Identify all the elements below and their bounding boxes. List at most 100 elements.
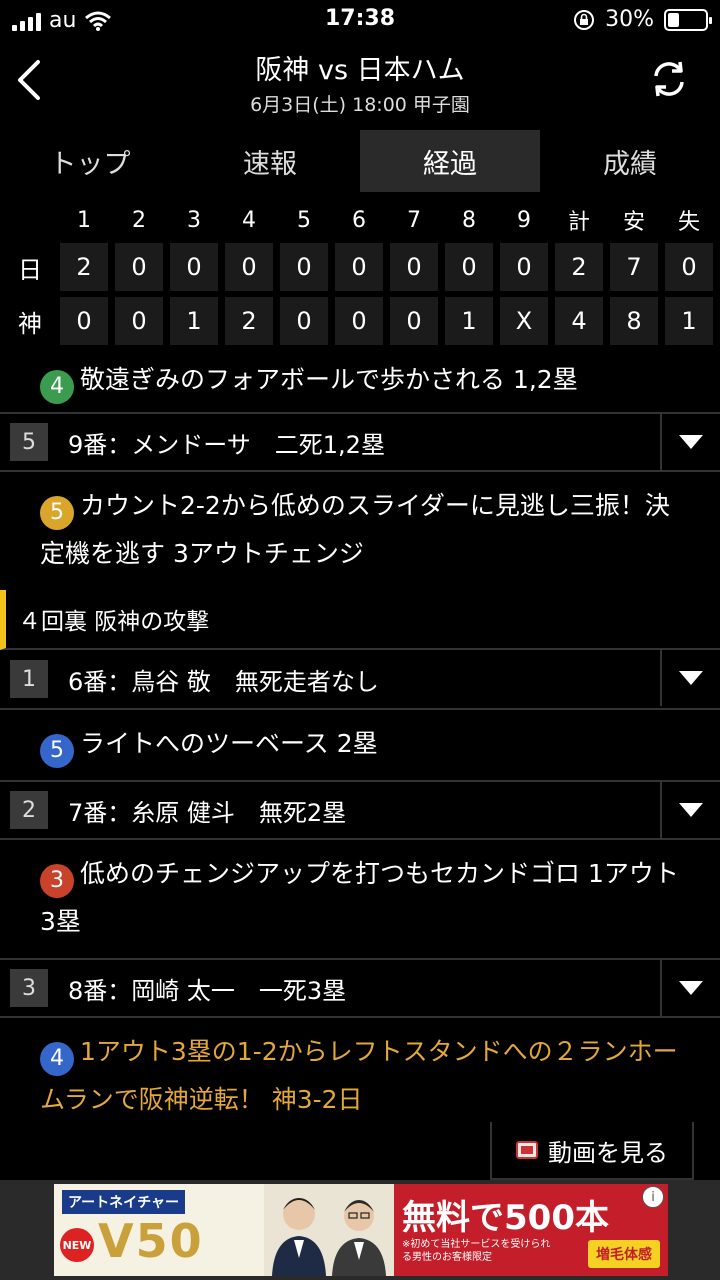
team-label: 日 xyxy=(18,255,42,284)
errors-cell: 1 xyxy=(665,297,713,345)
tab-progress[interactable]: 経過 xyxy=(360,130,540,192)
scoreboard-row-away: 日 2 0 0 0 0 0 0 0 0 2 7 0 xyxy=(0,240,720,294)
score-cell: 0 xyxy=(335,243,383,291)
play-item: 5 カウント2-2から低めのスライダーに見逃し三振！決定機を逃す 3アウトチェンジ xyxy=(0,472,720,590)
pitch-count-badge: 5 xyxy=(40,496,74,530)
inning-header: 9 xyxy=(517,207,531,233)
pitch-count-badge: 4 xyxy=(40,370,74,404)
play-description: 敬遠ぎみのフォアボールで歩かされる 1,2塁 xyxy=(80,365,578,394)
score-cell: 0 xyxy=(500,243,548,291)
refresh-icon xyxy=(654,61,684,97)
inning-title: ４回裏 阪神の攻撃 xyxy=(18,609,210,635)
game-info: 6月3日(土) 18:00 甲子園 xyxy=(250,94,470,116)
inning-header: 4 xyxy=(242,207,256,233)
scoreboard-row-home: 神 0 0 1 2 0 0 0 1 X 4 8 1 xyxy=(0,294,720,348)
inning-header: 3 xyxy=(187,207,201,233)
at-bat-number: 1 xyxy=(10,660,48,698)
score-cell: 0 xyxy=(280,297,328,345)
hits-cell: 8 xyxy=(610,297,658,345)
inning-header: 2 xyxy=(132,207,146,233)
ad-info-icon[interactable]: i xyxy=(642,1186,664,1208)
total-runs-cell: 4 xyxy=(555,297,603,345)
scoreboard: 1 2 3 4 5 6 7 8 9 計 安 失 日 2 0 0 0 0 0 0 … xyxy=(0,200,720,348)
status-bar: au 17:38 30% xyxy=(0,0,720,40)
score-cell: 0 xyxy=(280,243,328,291)
triangle-down-icon xyxy=(679,671,703,685)
at-bat-number: 3 xyxy=(10,969,48,1007)
triangle-down-icon xyxy=(679,803,703,817)
at-bat-batter: 7番：糸原 健斗 無死2塁 xyxy=(68,798,347,827)
team-label: 神 xyxy=(18,309,42,338)
at-bat-number: 5 xyxy=(10,423,48,461)
refresh-button[interactable] xyxy=(648,58,690,100)
play-item-highlight: 4 1アウト3塁の1-2からレフトスタンドへの２ランホームランで阪神逆転！ 神3-… xyxy=(0,1018,720,1136)
triangle-down-icon xyxy=(679,435,703,449)
ad-new-badge: NEW xyxy=(60,1228,94,1262)
play-by-play-feed: 4 敬遠ぎみのフォアボールで歩かされる 1,2塁 5 9番：メンドーサ 二死1,2… xyxy=(0,350,720,1136)
total-runs-header: 計 xyxy=(567,210,590,235)
errors-header: 失 xyxy=(677,210,700,235)
ad-brand: アートネイチャー xyxy=(62,1190,186,1214)
triangle-down-icon xyxy=(679,981,703,995)
expand-button[interactable] xyxy=(660,650,720,706)
rotation-lock-icon xyxy=(574,9,595,30)
expand-button[interactable] xyxy=(660,414,720,470)
status-right: 30% xyxy=(573,7,712,32)
watch-video-button[interactable]: 動画を見る xyxy=(490,1122,694,1180)
play-description: カウント2-2から低めのスライダーに見逃し三振！決定機を逃す 3アウトチェンジ xyxy=(40,491,670,568)
score-cell: 0 xyxy=(115,243,163,291)
score-cell: 0 xyxy=(225,243,273,291)
tab-stats[interactable]: 成績 xyxy=(540,130,720,192)
tab-live[interactable]: 速報 xyxy=(180,130,360,192)
tv-icon xyxy=(516,1141,538,1159)
score-cell: 0 xyxy=(170,243,218,291)
inning-header: 1 xyxy=(77,207,91,233)
score-cell: 1 xyxy=(170,297,218,345)
at-bat-header: 5 9番：メンドーサ 二死1,2塁 xyxy=(0,412,720,472)
at-bat-header: 1 6番：鳥谷 敬 無死走者なし xyxy=(0,650,720,710)
pitch-count-badge: 5 xyxy=(40,734,74,768)
hits-header: 安 xyxy=(622,210,645,235)
ad-offer: 無料で500本 xyxy=(402,1198,609,1238)
ad-cta-button[interactable]: 増毛体感 xyxy=(588,1240,660,1268)
score-cell: 0 xyxy=(60,297,108,345)
score-cell: 0 xyxy=(445,243,493,291)
ad-banner[interactable]: アートネイチャー NEW V50 無料で500本 ※初めて当社サービスを受けられ… xyxy=(54,1184,668,1276)
inning-header: 6 xyxy=(352,207,366,233)
watch-video-label: 動画を見る xyxy=(548,1138,668,1167)
inning-header: 8 xyxy=(462,207,476,233)
scoreboard-header: 1 2 3 4 5 6 7 8 9 計 安 失 xyxy=(0,200,720,240)
play-item: 5 ライトへのツーベース 2塁 xyxy=(0,710,720,780)
ad-left-panel: アートネイチャー NEW V50 xyxy=(54,1184,394,1276)
score-cell: X xyxy=(500,297,548,345)
inning-header: 7 xyxy=(407,207,421,233)
play-item: 4 敬遠ぎみのフォアボールで歩かされる 1,2塁 xyxy=(0,350,720,412)
hits-cell: 7 xyxy=(610,243,658,291)
pitch-count-badge: 4 xyxy=(40,1042,74,1076)
at-bat-header: 2 7番：糸原 健斗 無死2塁 xyxy=(0,780,720,840)
ad-note: ※初めて当社サービスを受けられる男性のお客様限定 xyxy=(402,1239,551,1263)
score-cell: 2 xyxy=(60,243,108,291)
header: 阪神 vs 日本ハム 6月3日(土) 18:00 甲子園 xyxy=(0,40,720,120)
tab-top[interactable]: トップ xyxy=(0,130,180,192)
inning-header: ４回裏 阪神の攻撃 xyxy=(0,590,720,650)
expand-button[interactable] xyxy=(660,782,720,838)
score-cell: 0 xyxy=(390,297,438,345)
play-item: 3 低めのチェンジアップを打つもセカンドゴロ 1アウト3塁 xyxy=(0,840,720,958)
expand-button[interactable] xyxy=(660,960,720,1016)
ad-area: アートネイチャー NEW V50 無料で500本 ※初めて当社サービスを受けられ… xyxy=(0,1180,720,1280)
score-cell: 0 xyxy=(390,243,438,291)
pitch-count-badge: 3 xyxy=(40,864,74,898)
at-bat-batter: 6番：鳥谷 敬 無死走者なし xyxy=(68,667,379,696)
play-description: 1アウト3塁の1-2からレフトスタンドへの２ランホームランで阪神逆転！ 神3-2… xyxy=(40,1037,678,1114)
errors-cell: 0 xyxy=(665,243,713,291)
page-title: 阪神 vs 日本ハム xyxy=(255,55,465,86)
at-bat-number: 2 xyxy=(10,791,48,829)
total-runs-cell: 2 xyxy=(555,243,603,291)
ad-product-name: V50 xyxy=(98,1214,204,1268)
at-bat-header: 3 8番：岡崎 太一 一死3塁 xyxy=(0,958,720,1018)
score-cell: 2 xyxy=(225,297,273,345)
play-description: 低めのチェンジアップを打つもセカンドゴロ 1アウト3塁 xyxy=(40,859,679,936)
inning-header: 5 xyxy=(297,207,311,233)
battery-icon xyxy=(664,8,712,31)
